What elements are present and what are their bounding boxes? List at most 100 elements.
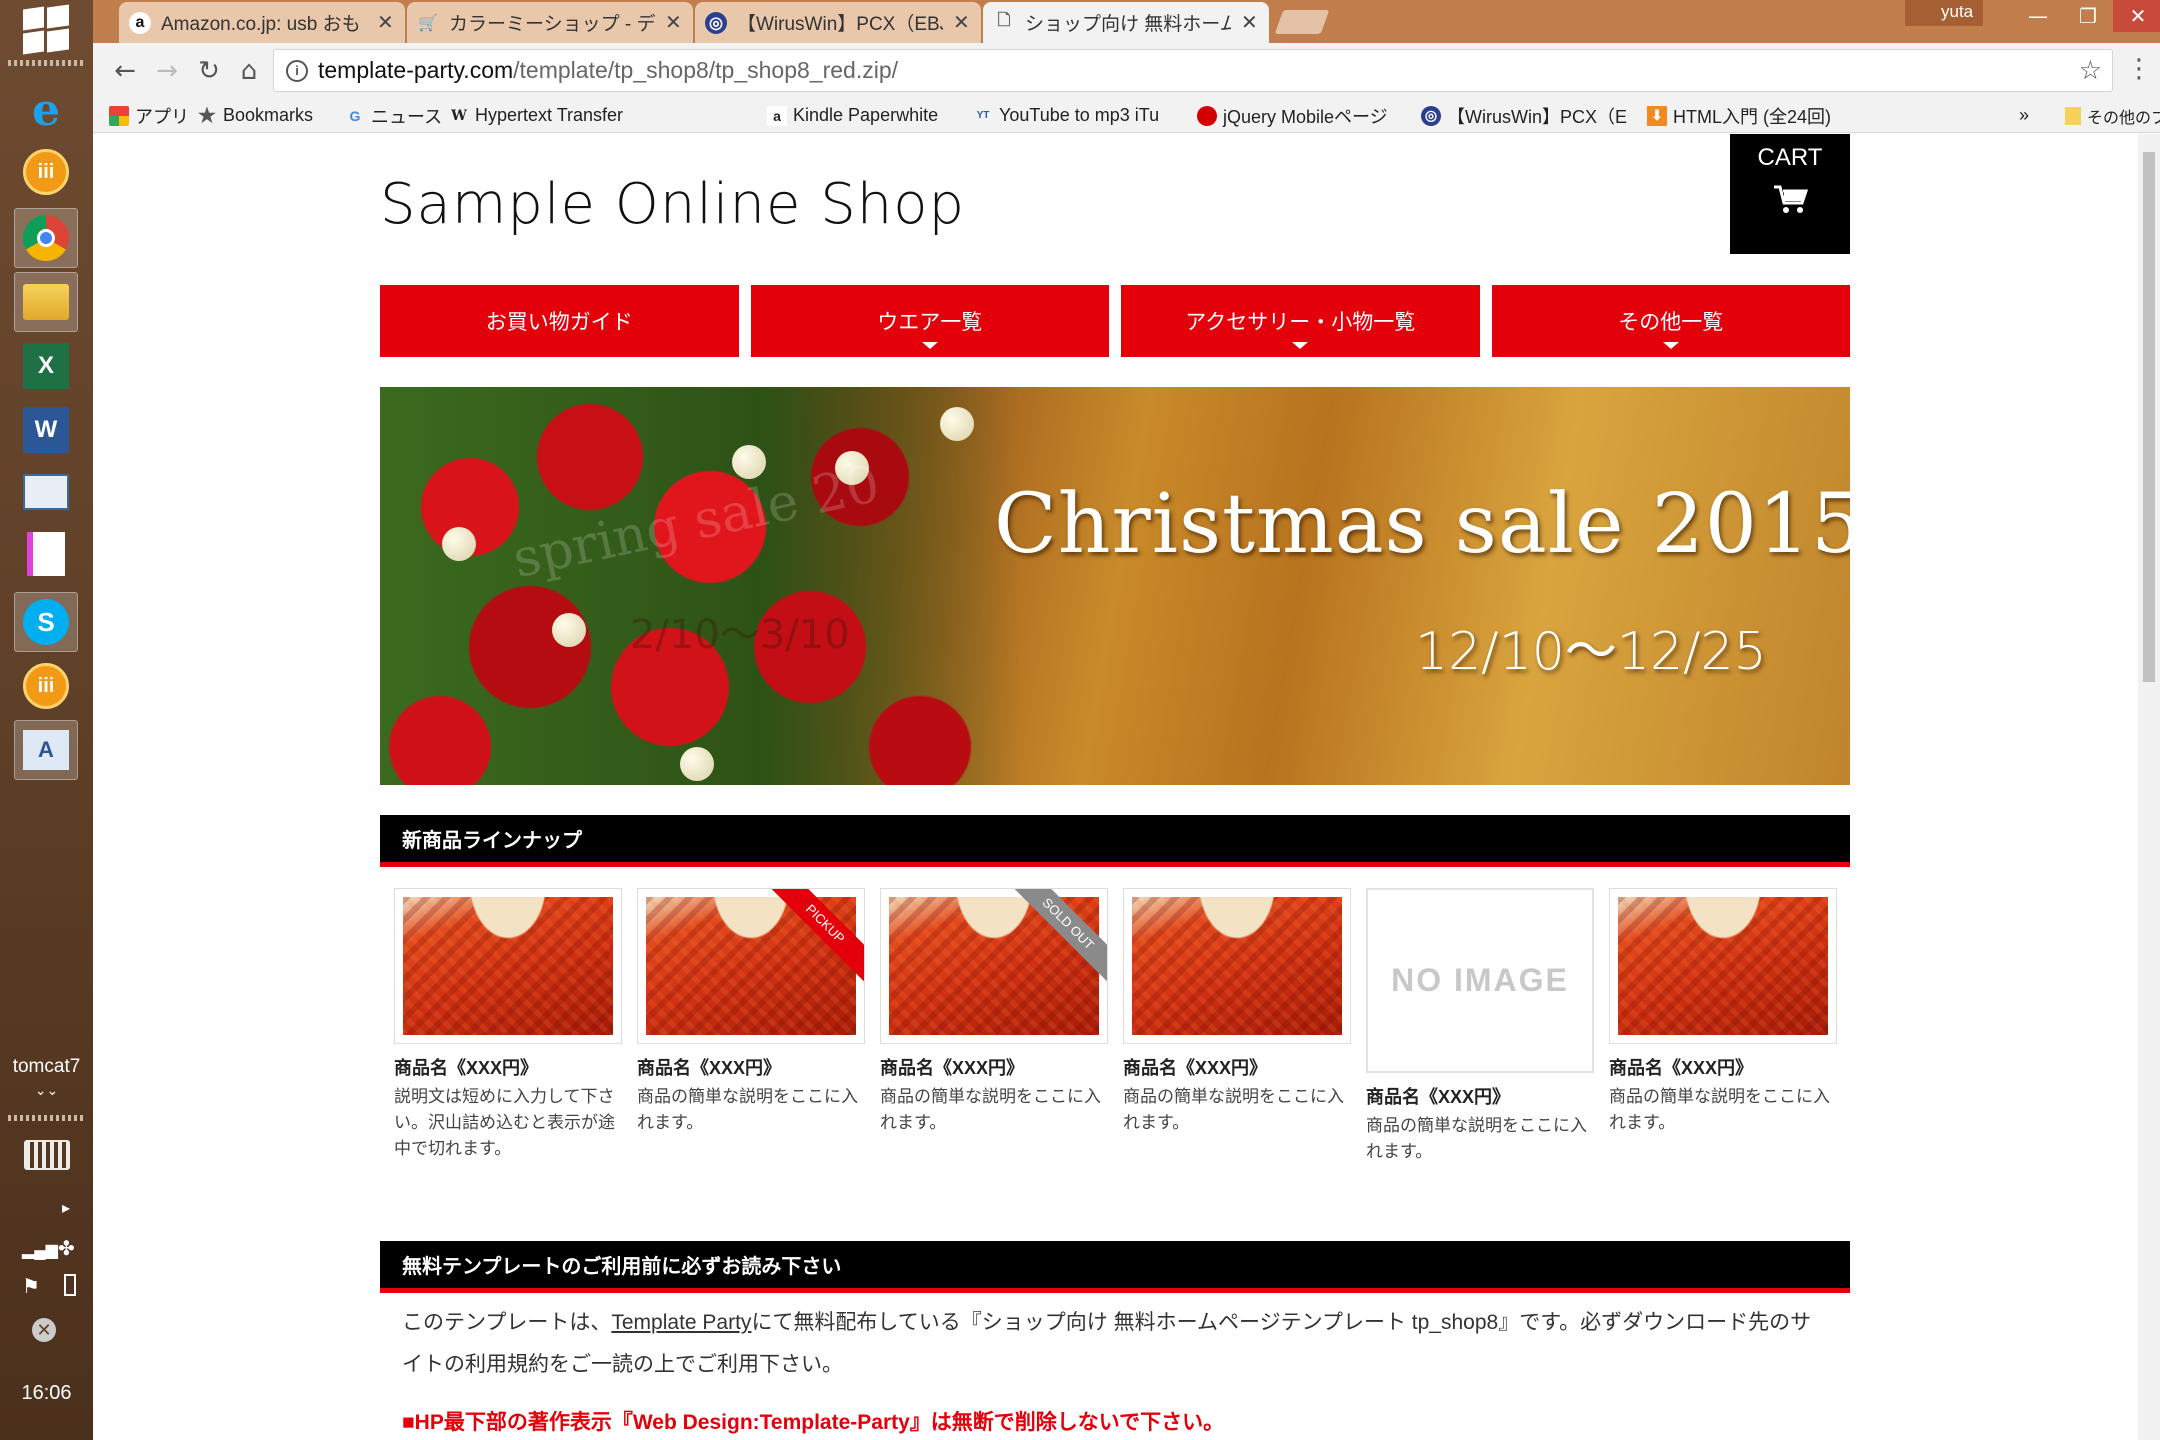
product-image[interactable]: NO IMAGE	[1366, 888, 1594, 1073]
bookmark-label: ニュース	[371, 106, 443, 127]
product-image[interactable]	[394, 888, 622, 1044]
bookmark-star-icon[interactable]: ☆	[2079, 55, 2102, 86]
product-name[interactable]: 商品名《XXX円》	[1609, 1054, 1837, 1080]
product-name[interactable]: 商品名《XXX円》	[1366, 1083, 1594, 1109]
cart-button[interactable]: CART	[1730, 134, 1850, 254]
product-card[interactable]: PICKUP 商品名《XXX円》 商品の簡単な説明をここに入れます。	[637, 888, 865, 1165]
dropdown-arrow-icon	[921, 342, 938, 349]
action-center-flag-icon[interactable]: ⚑	[22, 1274, 40, 1299]
product-name[interactable]: 商品名《XXX円》	[880, 1054, 1108, 1080]
nav-shopping-guide[interactable]: お買い物ガイド	[380, 285, 739, 357]
app-iii-icon[interactable]: iii	[14, 142, 78, 202]
nav-other-list[interactable]: その他一覧	[1491, 285, 1850, 357]
bookmark-label: Kindle Paperwhite	[793, 105, 939, 125]
banner-ghost-dates: 2/10〜3/10	[630, 612, 850, 658]
internet-explorer-icon[interactable]: e	[14, 80, 78, 140]
nav-wear-list[interactable]: ウエア一覧	[750, 285, 1109, 357]
back-arrow-icon[interactable]: ←	[107, 53, 143, 89]
tab-wiruswin[interactable]: ◎ 【WirusWin】PCX（EBJ- ✕	[695, 2, 981, 43]
text-editor-icon[interactable]: A	[14, 720, 78, 780]
product-image[interactable]	[1123, 888, 1351, 1044]
product-image[interactable]: SOLD OUT	[880, 888, 1108, 1044]
new-tab-button[interactable]	[1274, 10, 1330, 34]
vertical-scrollbar[interactable]	[2138, 134, 2160, 1440]
product-image[interactable]: PICKUP	[637, 888, 865, 1044]
close-icon[interactable]: ✕	[665, 10, 683, 35]
nav-label: その他一覧	[1618, 311, 1724, 334]
restore-icon[interactable]: ❐	[2063, 0, 2113, 32]
notepad-icon[interactable]	[14, 524, 78, 584]
bookmark-jquery[interactable]: jQuery Mobileページ	[1197, 98, 1417, 133]
chrome-menu-icon[interactable]: ⋮	[2126, 54, 2152, 84]
app-iii-2-icon[interactable]: iii	[14, 656, 78, 716]
profile-button[interactable]: yuta	[1905, 0, 1984, 26]
product-description: 説明文は短めに入力して下さい。沢山詰め込むと表示が途中で切れます。	[394, 1087, 615, 1158]
chrome-icon[interactable]	[14, 208, 78, 268]
address-bar[interactable]: i template-party.com/template/tp_shop8/t…	[273, 49, 2113, 92]
other-bookmarks[interactable]: その他のブックマーク	[2065, 98, 2160, 133]
product-card[interactable]: NO IMAGE 商品名《XXX円》 商品の簡単な説明をここに入れます。	[1366, 888, 1594, 1165]
bookmark-label: Hypertext Transfer	[475, 105, 624, 125]
bookmark-news[interactable]: G ニュース	[345, 98, 443, 133]
windows-taskbar: e iii X W S iii A tomcat7 ⌄⌄ ▸ ▂▄▆ ✤ ⚑ ✕…	[0, 0, 93, 1440]
tray-expand-icon[interactable]: ▸	[62, 1198, 70, 1218]
dropbox-icon[interactable]: ✤	[58, 1236, 75, 1261]
bookmark-youtube-mp3[interactable]: YT YouTube to mp3 iTu	[973, 98, 1195, 133]
home-icon[interactable]: ⌂	[231, 53, 267, 89]
window-app-icon[interactable]	[14, 462, 78, 522]
info-icon[interactable]: i	[286, 59, 308, 82]
word-icon[interactable]: W	[14, 400, 78, 460]
dropdown-arrow-icon	[1662, 342, 1679, 349]
close-icon[interactable]: ✕	[1241, 10, 1259, 35]
hero-banner[interactable]: spring sale 20 2/10〜3/10 Christmas sale …	[380, 387, 1850, 785]
banner-dates: 12/10〜12/25	[1415, 622, 1767, 682]
network-signal-icon[interactable]: ▂▄▆	[22, 1240, 58, 1260]
reload-icon[interactable]: ↻	[191, 53, 227, 89]
battery-icon[interactable]	[64, 1274, 76, 1296]
bookmark-apps[interactable]: アプリ	[109, 98, 189, 133]
product-card[interactable]: SOLD OUT 商品名《XXX円》 商品の簡単な説明をここに入れます。	[880, 888, 1108, 1165]
product-card[interactable]: 商品名《XXX円》 商品の簡単な説明をここに入れます。	[1609, 888, 1837, 1165]
keyboard-icon[interactable]	[24, 1140, 70, 1170]
pearl-decoration	[680, 747, 714, 781]
scrollbar-thumb[interactable]	[2143, 152, 2155, 682]
close-window-icon[interactable]: ✕	[2113, 0, 2160, 32]
skype-icon[interactable]: S	[14, 592, 78, 652]
product-card[interactable]: 商品名《XXX円》 説明文は短めに入力して下さい。沢山詰め込むと表示が途中で切れ…	[394, 888, 622, 1165]
product-name[interactable]: 商品名《XXX円》	[1123, 1054, 1351, 1080]
nav-label: アクセサリー・小物一覧	[1185, 311, 1416, 334]
template-party-link[interactable]: Template Party	[611, 1311, 751, 1334]
tab-colorme[interactable]: 🛒 カラーミーショップ - デザイン ✕	[407, 2, 693, 43]
clock[interactable]: 16:06	[0, 1382, 93, 1405]
tab-amazon[interactable]: a Amazon.co.jp: usb おも ✕	[119, 2, 405, 43]
product-card[interactable]: 商品名《XXX円》 商品の簡単な説明をここに入れます。	[1123, 888, 1351, 1165]
section-heading-notice: 無料テンプレートのご利用前に必ずお読み下さい	[380, 1241, 1850, 1293]
chevron-down-icon[interactable]: ⌄⌄	[0, 1082, 93, 1099]
close-icon[interactable]: ✕	[377, 10, 395, 35]
bookmark-kindle[interactable]: a Kindle Paperwhite	[767, 98, 938, 133]
bookmark-html[interactable]: ⬇ HTML入門 (全24回)	[1647, 98, 1831, 133]
taskbar-toolbar-label: tomcat7	[12, 1056, 81, 1077]
excel-icon[interactable]: X	[14, 336, 78, 396]
bookmark-wiruswin[interactable]: ◎ 【WirusWin】PCX（EI	[1421, 98, 1627, 133]
minimize-icon[interactable]: —	[2013, 0, 2063, 32]
windows-start-icon[interactable]	[23, 4, 69, 55]
product-image[interactable]	[1609, 888, 1837, 1044]
nav-label: お買い物ガイド	[485, 311, 633, 334]
forward-arrow-icon[interactable]: →	[149, 53, 185, 89]
taskbar-gripper	[8, 60, 84, 66]
bookmark-bookmarks[interactable]: ★ Bookmarks	[197, 98, 313, 133]
product-name[interactable]: 商品名《XXX円》	[637, 1054, 865, 1080]
browser-window: a Amazon.co.jp: usb おも ✕ 🛒 カラーミーショップ - デ…	[93, 0, 2160, 1440]
close-circle-icon[interactable]: ✕	[32, 1318, 56, 1342]
bookmarks-overflow-button[interactable]: »	[2019, 98, 2029, 133]
close-icon[interactable]: ✕	[953, 10, 971, 35]
product-name[interactable]: 商品名《XXX円》	[394, 1054, 622, 1080]
amazon-icon: a	[129, 11, 151, 34]
nav-accessories-list[interactable]: アクセサリー・小物一覧	[1121, 285, 1480, 357]
pearl-decoration	[732, 445, 766, 479]
tab-template-party[interactable]: 🗋 ショップ向け 無料ホームペー ✕	[983, 2, 1269, 43]
bookmark-http[interactable]: W Hypertext Transfer	[449, 98, 749, 133]
site-logo[interactable]: Sample Online Shop	[380, 172, 965, 237]
file-explorer-icon[interactable]	[14, 272, 78, 332]
